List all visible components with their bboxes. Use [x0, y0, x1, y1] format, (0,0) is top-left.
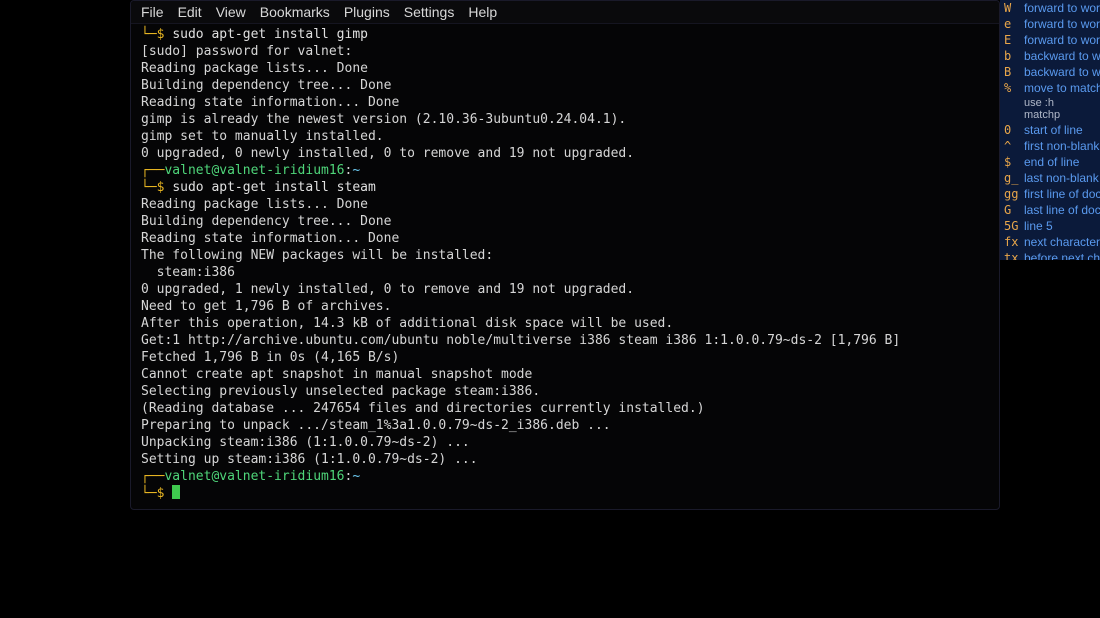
- cheat-desc: forward to wor: [1024, 1, 1100, 15]
- cheat-item[interactable]: 0start of line: [1000, 122, 1100, 138]
- terminal-line: ┌──valnet@valnet-iridium16:~: [141, 468, 989, 485]
- cheat-key: g_: [1004, 171, 1024, 185]
- menu-view[interactable]: View: [216, 4, 246, 20]
- cheat-item[interactable]: ^first non-blank: [1000, 138, 1100, 154]
- cheat-item[interactable]: $end of line: [1000, 154, 1100, 170]
- menu-settings[interactable]: Settings: [404, 4, 455, 20]
- cheatsheet-panel: Wforward to woreforward to worEforward t…: [1000, 0, 1100, 260]
- terminal-line: 0 upgraded, 1 newly installed, 0 to remo…: [141, 281, 989, 298]
- cheat-item[interactable]: fxnext character x: [1000, 234, 1100, 250]
- cheat-desc: start of line: [1024, 123, 1083, 137]
- cheat-key: fx: [1004, 235, 1024, 249]
- menu-plugins[interactable]: Plugins: [344, 4, 390, 20]
- cheat-key: tx: [1004, 251, 1024, 260]
- cheat-item[interactable]: Bbackward to w: [1000, 64, 1100, 80]
- menu-help[interactable]: Help: [468, 4, 497, 20]
- cheat-key: B: [1004, 65, 1024, 79]
- cheat-item[interactable]: 5Gline 5: [1000, 218, 1100, 234]
- terminal-line: gimp set to manually installed.: [141, 128, 989, 145]
- cheat-desc: first non-blank: [1024, 139, 1099, 153]
- terminal-line: Reading package lists... Done: [141, 60, 989, 77]
- cheat-desc: backward to w: [1024, 65, 1100, 79]
- cheat-item[interactable]: eforward to wor: [1000, 16, 1100, 32]
- prompt-path: ~: [352, 469, 360, 484]
- prompt-branch-icon: ┌──: [141, 469, 164, 484]
- cheat-desc: move to matchi: [1024, 81, 1100, 95]
- terminal-line: Building dependency tree... Done: [141, 213, 989, 230]
- prompt-branch-icon: ┌──: [141, 163, 164, 178]
- cheat-desc: first line of docu: [1024, 187, 1100, 201]
- cheat-item[interactable]: Eforward to wor: [1000, 32, 1100, 48]
- terminal-line: Cannot create apt snapshot in manual sna…: [141, 366, 989, 383]
- terminal-line: Building dependency tree... Done: [141, 77, 989, 94]
- terminal-line: gimp is already the newest version (2.10…: [141, 111, 989, 128]
- terminal-line: After this operation, 14.3 kB of additio…: [141, 315, 989, 332]
- cheat-item[interactable]: bbackward to w: [1000, 48, 1100, 64]
- cheat-key: gg: [1004, 187, 1024, 201]
- cheat-desc: forward to wor: [1024, 33, 1100, 47]
- command-text: sudo apt-get install steam: [172, 180, 376, 195]
- terminal-window: File Edit View Bookmarks Plugins Settings Help…: [130, 0, 1000, 510]
- cursor-icon[interactable]: [172, 485, 180, 499]
- prompt-path: ~: [352, 163, 360, 178]
- cheat-item[interactable]: Wforward to wor: [1000, 0, 1100, 16]
- terminal-line: (Reading database ... 247654 files and d…: [141, 400, 989, 417]
- cheat-desc: next character x: [1024, 235, 1100, 249]
- cheat-desc: end of line: [1024, 155, 1079, 169]
- terminal-line: Preparing to unpack .../steam_1%3a1.0.0.…: [141, 417, 989, 434]
- terminal-line: Need to get 1,796 B of archives.: [141, 298, 989, 315]
- terminal-line: Fetched 1,796 B in 0s (4,165 B/s): [141, 349, 989, 366]
- terminal-line: Unpacking steam:i386 (1:1.0.0.79~ds-2) .…: [141, 434, 989, 451]
- cheat-key: ^: [1004, 139, 1024, 153]
- cheat-item[interactable]: %move to matchi: [1000, 80, 1100, 96]
- prompt-dollar-icon: └─$: [141, 180, 172, 195]
- terminal-line: Get:1 http://archive.ubuntu.com/ubuntu n…: [141, 332, 989, 349]
- prompt-user-host: valnet@valnet-iridium16: [164, 163, 344, 178]
- cheat-item[interactable]: txbefore next char: [1000, 250, 1100, 260]
- prompt-user-host: valnet@valnet-iridium16: [164, 469, 344, 484]
- terminal-line: ┌──valnet@valnet-iridium16:~: [141, 162, 989, 179]
- cheat-desc: line 5: [1024, 219, 1053, 233]
- cheat-key: 5G: [1004, 219, 1024, 233]
- command-text: sudo apt-get install gimp: [172, 27, 368, 42]
- cheat-header: use :h matchp: [1000, 96, 1100, 122]
- menu-edit[interactable]: Edit: [178, 4, 202, 20]
- cheat-item[interactable]: g_last non-blank: [1000, 170, 1100, 186]
- terminal-line: Setting up steam:i386 (1:1.0.0.79~ds-2) …: [141, 451, 989, 468]
- terminal-output[interactable]: └─$ sudo apt-get install gimp[sudo] pass…: [131, 24, 999, 508]
- terminal-line: The following NEW packages will be insta…: [141, 247, 989, 264]
- terminal-line: steam:i386: [141, 264, 989, 281]
- menu-file[interactable]: File: [141, 4, 164, 20]
- cheat-desc: before next char: [1024, 251, 1100, 260]
- prompt-dollar-icon: └─$: [141, 486, 172, 501]
- terminal-line: Reading state information... Done: [141, 230, 989, 247]
- terminal-line: 0 upgraded, 0 newly installed, 0 to remo…: [141, 145, 989, 162]
- terminal-line: Reading package lists... Done: [141, 196, 989, 213]
- cheat-key: e: [1004, 17, 1024, 31]
- cheat-key: G: [1004, 203, 1024, 217]
- cheat-item[interactable]: Glast line of docu: [1000, 202, 1100, 218]
- terminal-line: Reading state information... Done: [141, 94, 989, 111]
- cheat-item[interactable]: ggfirst line of docu: [1000, 186, 1100, 202]
- terminal-line: [sudo] password for valnet:: [141, 43, 989, 60]
- menu-bookmarks[interactable]: Bookmarks: [260, 4, 330, 20]
- cheat-key: %: [1004, 81, 1024, 95]
- cheat-desc: last line of docu: [1024, 203, 1100, 217]
- cheat-key: $: [1004, 155, 1024, 169]
- menubar: File Edit View Bookmarks Plugins Settings Help: [131, 1, 999, 24]
- cheat-desc: backward to w: [1024, 49, 1100, 63]
- cheat-key: 0: [1004, 123, 1024, 137]
- terminal-line: Selecting previously unselected package …: [141, 383, 989, 400]
- cheat-key: b: [1004, 49, 1024, 63]
- prompt-dollar-icon: └─$: [141, 27, 172, 42]
- terminal-line: └─$ sudo apt-get install gimp: [141, 26, 989, 43]
- terminal-line: └─$: [141, 485, 989, 502]
- cheat-desc: last non-blank: [1024, 171, 1099, 185]
- cheat-desc: forward to wor: [1024, 17, 1100, 31]
- cheat-key: E: [1004, 33, 1024, 47]
- terminal-line: └─$ sudo apt-get install steam: [141, 179, 989, 196]
- cheat-key: W: [1004, 1, 1024, 15]
